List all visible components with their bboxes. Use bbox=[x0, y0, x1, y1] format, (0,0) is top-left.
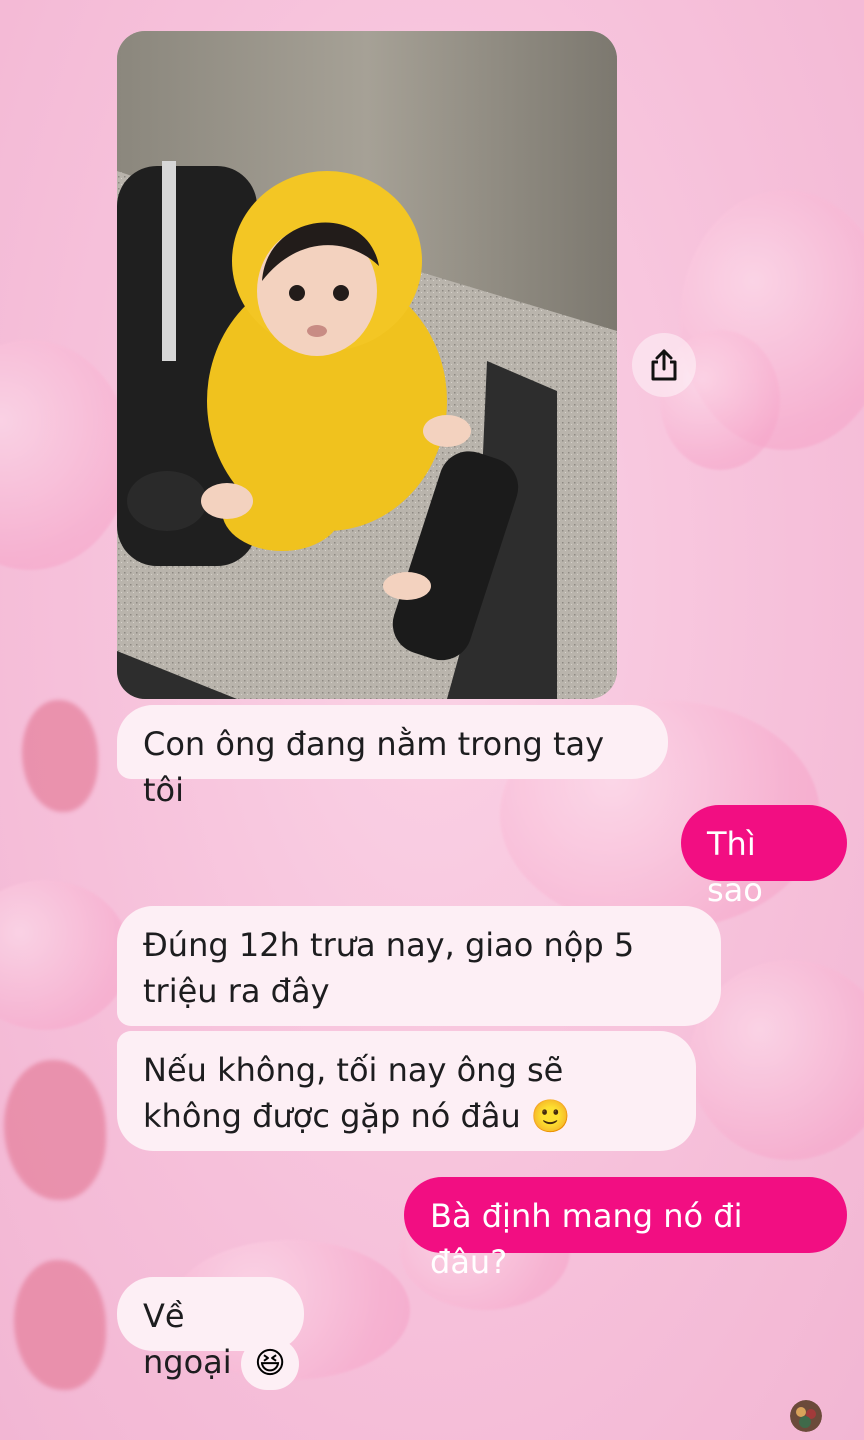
received-message-bubble[interactable]: Con ông đang nằm trong tay tôi bbox=[117, 705, 668, 809]
blur-decoration bbox=[4, 1060, 106, 1200]
message-text: Đúng 12h trưa nay, giao nộp 5 triệu ra đ… bbox=[143, 926, 635, 1010]
laughing-face-icon: 😆 bbox=[254, 1346, 286, 1381]
received-message-bubble[interactable]: Nếu không, tối nay ông sẽ không được gặp… bbox=[117, 1031, 696, 1151]
message-text: Nếu không, tối nay ông sẽ không được gặp… bbox=[143, 1051, 571, 1135]
message-reaction[interactable]: 😆 bbox=[241, 1338, 299, 1390]
message-text: Thì sao bbox=[707, 825, 763, 909]
share-button[interactable] bbox=[632, 333, 696, 397]
blur-decoration bbox=[14, 1260, 106, 1390]
share-icon bbox=[651, 349, 677, 381]
avatar-icon bbox=[790, 1400, 822, 1432]
photo-message[interactable] bbox=[117, 31, 617, 699]
sent-message-bubble[interactable]: Bà định mang nó đi đâu? bbox=[404, 1177, 847, 1281]
message-text: Về ngoại bbox=[143, 1297, 232, 1381]
read-receipt-avatar bbox=[790, 1400, 822, 1432]
photo-attachment bbox=[117, 31, 617, 699]
received-message-bubble[interactable]: Đúng 12h trưa nay, giao nộp 5 triệu ra đ… bbox=[117, 906, 721, 1026]
heart-decoration bbox=[0, 340, 130, 570]
sent-message-bubble[interactable]: Thì sao bbox=[681, 805, 847, 909]
heart-decoration bbox=[0, 880, 130, 1030]
blur-decoration bbox=[22, 700, 98, 812]
